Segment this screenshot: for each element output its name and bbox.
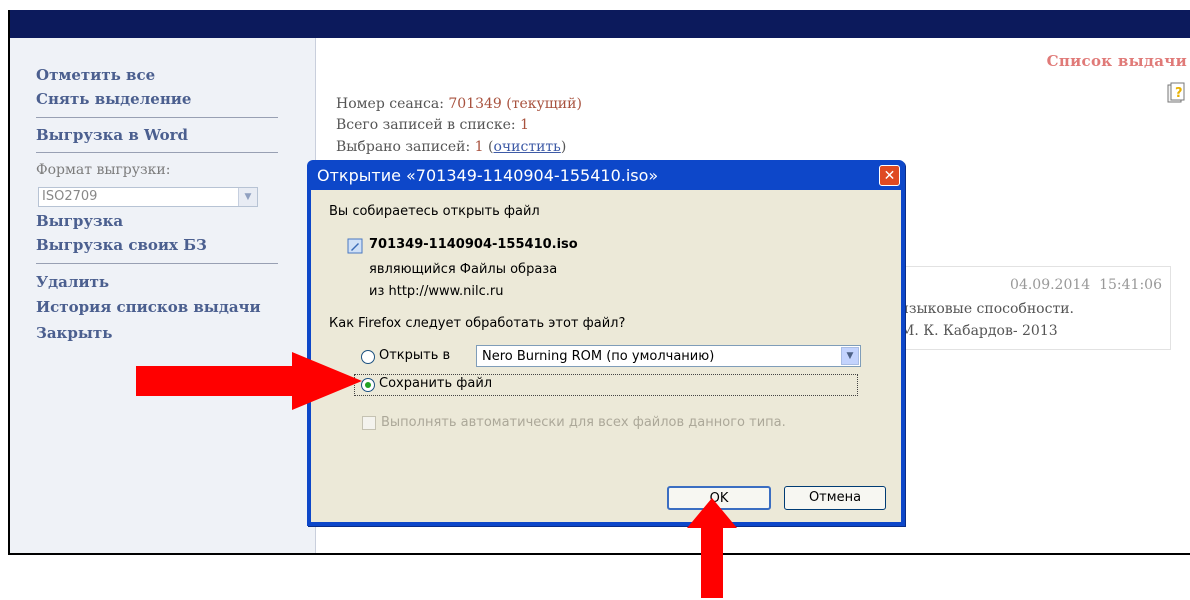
divider (36, 263, 278, 264)
divider (36, 152, 278, 153)
dialog-question: Как Firefox следует обработать этот файл… (329, 316, 626, 331)
close-link[interactable]: Закрыть (36, 324, 112, 342)
close-icon[interactable]: ✕ (879, 165, 900, 186)
session-label: Номер сеанса: (336, 96, 444, 112)
export-own-link[interactable]: Выгрузка своих БЗ (36, 236, 207, 254)
record-item[interactable]: 04.09.2014 15:41:06 языковые способности… (899, 266, 1171, 350)
cancel-button[interactable]: Отмена (784, 486, 886, 510)
deselect-link[interactable]: Снять выделение (36, 90, 191, 108)
sidebar: Отметить все Снять выделение Выгрузка в … (10, 38, 316, 553)
file-icon (347, 238, 363, 254)
dialog-body: Вы собираетесь открыть файл 701349-11409… (311, 190, 901, 522)
dialog-intro: Вы собираетесь открыть файл (329, 204, 540, 219)
export-word-link[interactable]: Выгрузка в Word (36, 126, 188, 144)
total-value: 1 (520, 117, 529, 133)
clear-link[interactable]: очистить (494, 139, 561, 155)
session-line: Номер сеанса: 701349 (текущий) (336, 96, 582, 112)
chevron-down-icon[interactable]: ▼ (841, 347, 859, 365)
auto-label: Выполнять автоматически для всех файлов … (381, 415, 786, 430)
dialog-title: Открытие «701349-1140904-155410.iso» (317, 166, 659, 185)
arrow-right-icon (136, 352, 362, 410)
list-title: Список выдачи (1046, 52, 1187, 70)
app-select-value: Nero Burning ROM (по умолчанию) (482, 349, 715, 364)
record-datetime: 04.09.2014 15:41:06 (1010, 277, 1162, 293)
record-date: 04.09.2014 (1010, 277, 1091, 293)
divider (36, 117, 278, 118)
chevron-down-icon[interactable]: ▼ (238, 188, 257, 206)
selected-value: 1 (474, 139, 484, 155)
selected-line: Выбрано записей: 1 (очистить) (336, 139, 566, 155)
arrow-up-icon (687, 498, 737, 598)
auto-checkbox[interactable] (362, 416, 376, 430)
format-label: Формат выгрузки: (36, 162, 171, 178)
delete-link[interactable]: Удалить (36, 273, 109, 291)
open-file-dialog: Открытие «701349-1140904-155410.iso» ✕ В… (307, 160, 905, 526)
history-link[interactable]: История списков выдачи (36, 298, 261, 316)
format-value: ISO2709 (42, 189, 98, 204)
app-select[interactable]: Nero Burning ROM (по умолчанию) ▼ (476, 345, 861, 367)
help-icon[interactable]: ? (1166, 82, 1186, 104)
dialog-filetype: являющийся Файлы образа (369, 262, 558, 277)
svg-text:?: ? (1175, 86, 1183, 101)
select-all-link[interactable]: Отметить все (36, 66, 155, 84)
save-file-label[interactable]: Сохранить файл (379, 376, 492, 391)
format-select[interactable]: ISO2709 ▼ (38, 187, 258, 207)
total-line: Всего записей в списке: 1 (336, 117, 529, 133)
dialog-filename: 701349-1140904-155410.iso (369, 237, 578, 252)
record-line2: М. К. Кабардов- 2013 (900, 323, 1058, 339)
header-bar (10, 10, 1190, 38)
record-time: 15:41:06 (1099, 277, 1162, 293)
record-line1: языковые способности. (900, 301, 1074, 317)
paren: ) (560, 139, 567, 155)
total-label: Всего записей в списке: (336, 117, 516, 133)
session-value: 701349 (текущий) (448, 96, 582, 112)
open-with-label[interactable]: Открыть в (379, 348, 450, 363)
export-link[interactable]: Выгрузка (36, 212, 123, 230)
dialog-source: из http://www.nilc.ru (369, 284, 504, 299)
selected-label: Выбрано записей: (336, 139, 471, 155)
